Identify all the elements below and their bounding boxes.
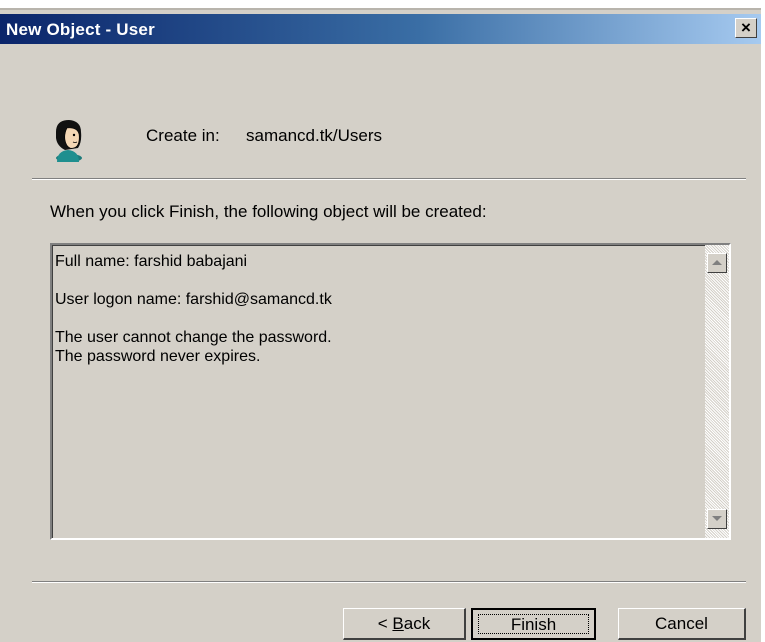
user-icon xyxy=(56,120,82,162)
intro-text: When you click Finish, the following obj… xyxy=(50,202,487,221)
window-title: New Object - User xyxy=(6,20,155,39)
footer-separator xyxy=(32,581,746,583)
summary-line-password-never-expires: The password never expires. xyxy=(55,348,261,365)
vertical-scrollbar[interactable] xyxy=(705,245,729,538)
new-object-user-dialog: New Object - User × Create in: samancd.t… xyxy=(0,8,761,642)
finish-button-label: Finish xyxy=(478,614,589,634)
summary-line-cannot-change-password: The user cannot change the password. xyxy=(55,329,332,346)
scroll-up-button[interactable] xyxy=(707,253,727,273)
summary-line-blank xyxy=(55,309,332,328)
summary-line-logon-name: User logon name: farshid@samancd.tk xyxy=(55,291,332,308)
back-button[interactable]: < Back xyxy=(343,608,466,640)
finish-button[interactable]: Finish xyxy=(471,608,596,640)
summary-line-full-name: Full name: farshid babajani xyxy=(55,253,248,270)
header-separator xyxy=(32,178,746,180)
cancel-button[interactable]: Cancel xyxy=(618,608,746,640)
summary-line-blank xyxy=(55,271,332,290)
back-button-mnemonic: B xyxy=(392,614,404,633)
title-bar[interactable]: New Object - User × xyxy=(0,14,761,44)
back-button-rest: ack xyxy=(403,614,431,633)
create-in-path: samancd.tk/Users xyxy=(246,126,383,145)
summary-content: Full name: farshid babajani User logon n… xyxy=(55,252,332,366)
create-in-label: Create in: xyxy=(146,126,220,145)
close-icon: × xyxy=(741,18,751,37)
scroll-down-button[interactable] xyxy=(707,509,727,529)
arrow-down-icon xyxy=(712,516,722,521)
summary-textbox[interactable]: Full name: farshid babajani User logon n… xyxy=(50,243,731,540)
close-button[interactable]: × xyxy=(735,18,757,38)
arrow-up-icon xyxy=(712,260,722,265)
back-button-prefix: < xyxy=(377,614,393,633)
